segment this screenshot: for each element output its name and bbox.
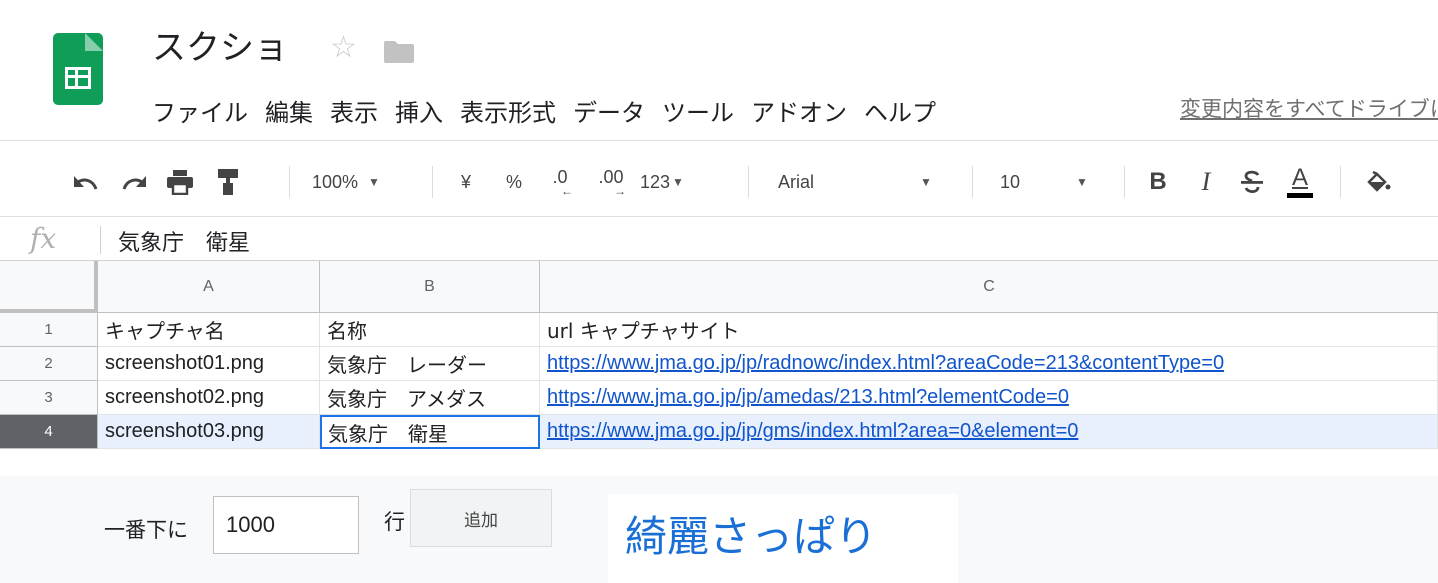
menu-edit[interactable]: 編集 bbox=[265, 93, 313, 128]
currency-label: ¥ bbox=[460, 171, 471, 192]
font-size-select[interactable]: 10 ▼ bbox=[1000, 158, 1110, 206]
row-header[interactable]: 1 bbox=[0, 313, 98, 347]
fx-icon: fx bbox=[30, 222, 57, 255]
add-rows-unit: 行 bbox=[384, 510, 405, 534]
menu-file[interactable]: ファイル bbox=[152, 93, 248, 128]
percent-button[interactable]: % bbox=[496, 158, 532, 206]
arrow-left-icon: ← bbox=[561, 184, 573, 198]
table-row: 3 screenshot02.png 気象庁 アメダス https://www.… bbox=[0, 381, 1438, 415]
chevron-down-icon: ▼ bbox=[368, 175, 380, 189]
column-header-row: A B C bbox=[0, 261, 1438, 313]
percent-label: % bbox=[505, 171, 522, 192]
row-header[interactable]: 2 bbox=[0, 347, 98, 381]
bold-label: B bbox=[1149, 168, 1167, 195]
table-row: 1 キャプチャ名 名称 url キャプチャサイト bbox=[0, 313, 1438, 347]
arrow-right-icon: → bbox=[614, 184, 626, 198]
cell-c4-link[interactable]: https://www.jma.go.jp/jp/gms/index.html?… bbox=[540, 415, 1438, 449]
text-color-button[interactable]: A bbox=[1280, 158, 1320, 206]
paint-format-icon[interactable] bbox=[208, 158, 248, 206]
spreadsheet-grid: A B C 1 キャプチャ名 名称 url キャプチャサイト 2 screens… bbox=[0, 261, 1438, 476]
row-header-selected[interactable]: 4 bbox=[0, 415, 98, 449]
font-family-select[interactable]: Arial ▼ bbox=[778, 158, 958, 206]
zoom-select[interactable]: 100% ▼ bbox=[312, 158, 412, 206]
add-rows-count-input[interactable]: 1000 bbox=[213, 496, 359, 554]
chevron-down-icon: ▼ bbox=[672, 175, 684, 189]
cell-a1[interactable]: キャプチャ名 bbox=[98, 313, 320, 347]
cell-c1[interactable]: url キャプチャサイト bbox=[540, 313, 1438, 347]
italic-button[interactable]: I bbox=[1186, 158, 1226, 206]
strikethrough-icon[interactable] bbox=[1232, 158, 1272, 206]
fill-color-icon[interactable] bbox=[1358, 158, 1398, 206]
cell-b4-active[interactable]: 気象庁 衛星 bbox=[320, 415, 540, 449]
font-family-value: Arial bbox=[778, 171, 815, 192]
logo-fold bbox=[85, 33, 103, 51]
increase-decimal-button[interactable]: .00 → bbox=[588, 158, 634, 206]
italic-label: I bbox=[1201, 167, 1211, 196]
formula-input[interactable]: 気象庁 衛星 bbox=[118, 225, 250, 257]
select-all-corner[interactable] bbox=[0, 261, 98, 313]
add-rows-label: 一番下に bbox=[104, 518, 188, 542]
menu-format[interactable]: 表示形式 bbox=[460, 93, 556, 128]
menu-data[interactable]: データ bbox=[573, 93, 645, 128]
menu-insert[interactable]: 挿入 bbox=[395, 93, 443, 128]
toolbar-separator bbox=[972, 166, 973, 198]
add-rows-button[interactable]: 追加 bbox=[410, 489, 552, 547]
cell-c2-link[interactable]: https://www.jma.go.jp/jp/radnowc/index.h… bbox=[540, 347, 1438, 381]
menu-bar: ファイル 編集 表示 挿入 表示形式 データ ツール アドオン ヘルプ bbox=[152, 90, 953, 130]
print-icon[interactable] bbox=[160, 158, 200, 206]
column-header-b[interactable]: B bbox=[320, 261, 540, 312]
cell-c3-link[interactable]: https://www.jma.go.jp/jp/amedas/213.html… bbox=[540, 381, 1438, 415]
toolbar-separator bbox=[748, 166, 749, 198]
folder-icon[interactable] bbox=[383, 40, 415, 64]
table-row: 2 screenshot01.png 気象庁 レーダー https://www.… bbox=[0, 347, 1438, 381]
sheets-logo-icon[interactable] bbox=[53, 33, 103, 105]
menu-help[interactable]: ヘルプ bbox=[864, 93, 936, 128]
zoom-value: 100% bbox=[312, 171, 359, 192]
cell-b2[interactable]: 気象庁 レーダー bbox=[320, 347, 540, 381]
toolbar-separator bbox=[432, 166, 433, 198]
header-divider bbox=[0, 140, 1438, 141]
currency-button[interactable]: ¥ bbox=[448, 158, 484, 206]
cell-b1[interactable]: 名称 bbox=[320, 313, 540, 347]
last-edit-link[interactable]: 変更内容をすべてドライブに保存しました bbox=[1180, 93, 1438, 123]
toolbar-separator bbox=[289, 166, 290, 198]
font-size-value: 10 bbox=[1000, 171, 1021, 192]
formula-separator bbox=[100, 226, 101, 254]
add-rows-count-value: 1000 bbox=[226, 512, 275, 537]
bold-button[interactable]: B bbox=[1138, 158, 1178, 206]
menu-view[interactable]: 表示 bbox=[330, 93, 378, 128]
toolbar-separator bbox=[1340, 166, 1341, 198]
cell-a2[interactable]: screenshot01.png bbox=[98, 347, 320, 381]
overlay-caption: 綺麗さっぱり bbox=[625, 512, 878, 561]
toolbar-separator bbox=[1124, 166, 1125, 198]
cell-a4[interactable]: screenshot03.png bbox=[98, 415, 320, 449]
column-header-a[interactable]: A bbox=[98, 261, 320, 312]
cell-b3[interactable]: 気象庁 アメダス bbox=[320, 381, 540, 415]
text-color-label: A bbox=[1291, 164, 1308, 191]
table-row-selected: 4 screenshot03.png 気象庁 衛星 https://www.jm… bbox=[0, 415, 1438, 449]
menu-addons[interactable]: アドオン bbox=[751, 93, 847, 128]
logo-grid bbox=[65, 67, 91, 89]
cell-a3[interactable]: screenshot02.png bbox=[98, 381, 320, 415]
star-icon[interactable]: ☆ bbox=[330, 30, 357, 66]
text-color-swatch bbox=[1287, 193, 1313, 198]
row-header[interactable]: 3 bbox=[0, 381, 98, 415]
grid-empty-space bbox=[0, 449, 1438, 476]
column-header-c[interactable]: C bbox=[540, 261, 1438, 312]
more-formats-label: 123 bbox=[640, 171, 671, 192]
document-title[interactable]: スクショ bbox=[152, 28, 288, 68]
chevron-down-icon: ▼ bbox=[1076, 175, 1088, 189]
decrease-decimal-button[interactable]: .0 ← bbox=[540, 158, 580, 206]
more-formats-select[interactable]: 123 ▼ bbox=[640, 158, 720, 206]
chevron-down-icon: ▼ bbox=[920, 175, 932, 189]
toolbar: 100% ▼ ¥ % .0 ← .00 → 123 ▼ Arial ▼ 10 ▼… bbox=[0, 158, 1438, 206]
undo-icon[interactable] bbox=[66, 158, 106, 206]
menu-tools[interactable]: ツール bbox=[662, 93, 734, 128]
redo-icon[interactable] bbox=[114, 158, 154, 206]
toolbar-divider bbox=[0, 216, 1438, 217]
